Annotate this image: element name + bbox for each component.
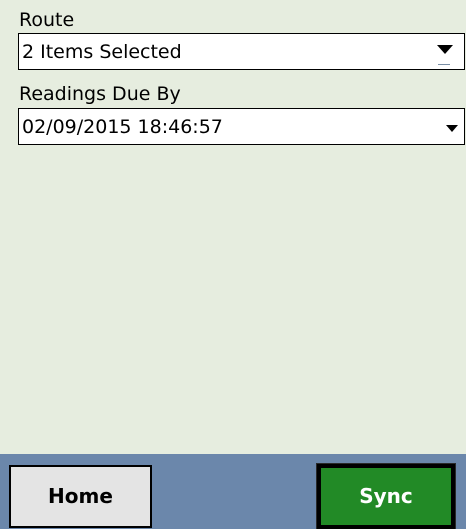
dropdown-underline — [438, 64, 450, 65]
route-label: Route — [19, 9, 75, 31]
app-screen: Route 2 Items Selected Readings Due By 0… — [0, 0, 466, 529]
sync-button[interactable]: Sync — [316, 463, 456, 529]
home-button[interactable]: Home — [9, 465, 152, 528]
window-edge — [466, 0, 472, 529]
chevron-down-icon[interactable] — [446, 125, 458, 132]
route-select[interactable]: 2 Items Selected — [18, 33, 465, 70]
readings-due-by-label: Readings Due By — [19, 83, 181, 105]
readings-due-by-value: 02/09/2015 18:46:57 — [22, 116, 223, 138]
route-selected-value: 2 Items Selected — [22, 41, 182, 63]
readings-due-by-select[interactable]: 02/09/2015 18:46:57 — [18, 108, 465, 145]
chevron-down-icon[interactable] — [437, 45, 453, 54]
bottom-toolbar: Home Sync — [0, 454, 466, 529]
